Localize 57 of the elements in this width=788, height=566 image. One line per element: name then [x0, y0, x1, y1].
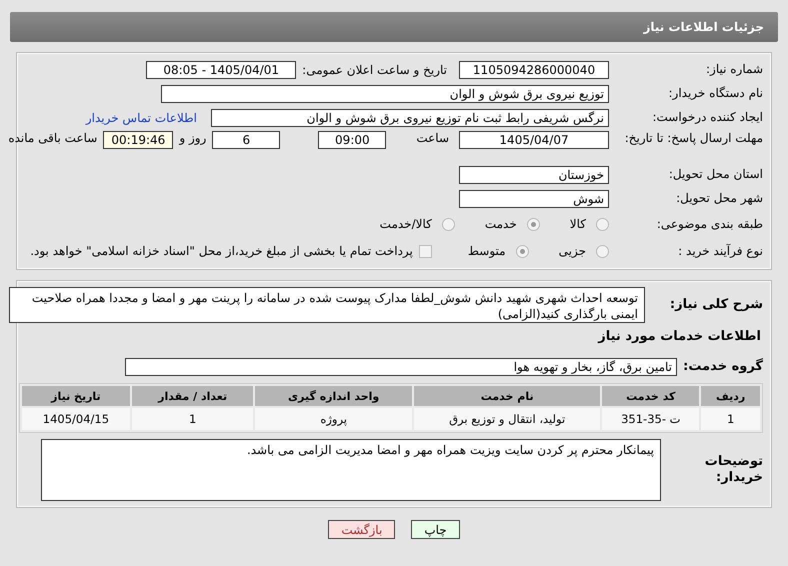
days-field: 6: [212, 131, 280, 149]
field-label: نوع فرآیند خرید :: [677, 244, 763, 258]
column-header: تعداد / مقدار: [132, 386, 254, 406]
field-label: شرح کلی نیاز:: [668, 296, 763, 313]
buyer-notes-box: پیمانکار محترم پر کردن سایت ویزیت همراه مهر و امضا مدیریت الزامی می باشد.: [41, 439, 661, 501]
radio-button[interactable]: [596, 218, 609, 230]
option-label: کالا/خدمت: [380, 217, 432, 231]
option-label: جزیی: [558, 244, 586, 258]
page-title: جزئیات اطلاعات نیاز: [643, 20, 764, 34]
table-cell: پروژه: [255, 408, 412, 430]
back-button[interactable]: بازگشت: [328, 520, 396, 539]
field-label: توضیحات خریدار:: [704, 454, 763, 486]
table-cell: 1405/04/15: [22, 408, 130, 430]
field-label: ساعت باقی مانده: [8, 131, 98, 145]
radio-button[interactable]: [442, 218, 455, 230]
option-label: کالا: [570, 217, 586, 231]
field-label: شهر محل تحویل:: [675, 191, 763, 206]
field-label: روز و: [179, 131, 206, 145]
field-label: ایجاد کننده درخواست:: [651, 110, 763, 125]
deadline-date-field: 1405/04/07: [459, 131, 609, 149]
table-cell: تولید، انتقال و توزیع برق: [414, 408, 600, 430]
radio-button[interactable]: [516, 244, 529, 258]
deadline-time-field: 09:00: [318, 131, 386, 149]
section-heading: اطلاعات خدمات مورد نیاز: [596, 329, 762, 344]
field-label: نام دستگاه خریدار:: [668, 86, 763, 101]
table-cell: 1: [701, 408, 760, 430]
checkbox[interactable]: [418, 244, 432, 258]
need-number-field: 1105094286000040: [459, 60, 609, 78]
description-box: توسعه احداث شهری شهید دانش شوش_لطفا مدارک پیوست شده در سامانه را پرینت مهر و امضا و مجددا همراه صلاحیت ایمنی بارگذاری کنید(الزامی): [9, 287, 645, 323]
column-header: واحد اندازه گیری: [255, 386, 412, 406]
table-cell: 1: [132, 408, 254, 430]
column-header: تاریخ نیاز: [22, 386, 130, 406]
announce-date-field: 1405/04/01 - 08:05: [146, 60, 296, 78]
buyer-contact-link[interactable]: اطلاعات تماس خریدار: [86, 110, 197, 124]
province-field: خوزستان: [459, 166, 609, 184]
print-button[interactable]: چاپ: [411, 520, 460, 539]
option-label: خدمت: [484, 217, 517, 231]
service-group-field: تامین برق، گاز، بخار و تهویه هوا: [125, 358, 677, 376]
payment-note: پرداخت تمام یا بخشی از مبلغ خرید،از محل "اسناد خزانه اسلامی" خواهد بود.: [30, 244, 413, 258]
field-label: ساعت: [416, 131, 449, 145]
option-label: متوسط: [468, 244, 506, 258]
field-label: تاریخ و ساعت اعلان عمومی:: [302, 62, 447, 76]
field-label: طبقه بندی موضوعی:: [656, 216, 763, 232]
requester-field: نرگس شریفی رابط ثبت نام توزیع نیروی برق شوش و الوان: [211, 108, 609, 126]
field-label: مهلت ارسال پاسخ: تا تاریخ:: [624, 131, 763, 146]
radio-button[interactable]: [526, 218, 540, 230]
column-header: ردیف: [701, 386, 760, 406]
table-cell: ت -35-351: [602, 408, 700, 430]
field-label: گروه خدمت:: [683, 358, 763, 374]
radio-button[interactable]: [596, 244, 609, 258]
city-field: شوش: [459, 190, 609, 208]
field-label: شماره نیاز:: [705, 62, 763, 77]
column-header: نام خدمت: [414, 386, 600, 406]
field-label: استان محل تحویل:: [668, 167, 763, 182]
buyer-org-field: توزیع نیروی برق شوش و الوان: [161, 84, 609, 102]
remaining-time-field: 00:19:46: [103, 131, 174, 149]
column-header: کد خدمت: [602, 386, 700, 406]
